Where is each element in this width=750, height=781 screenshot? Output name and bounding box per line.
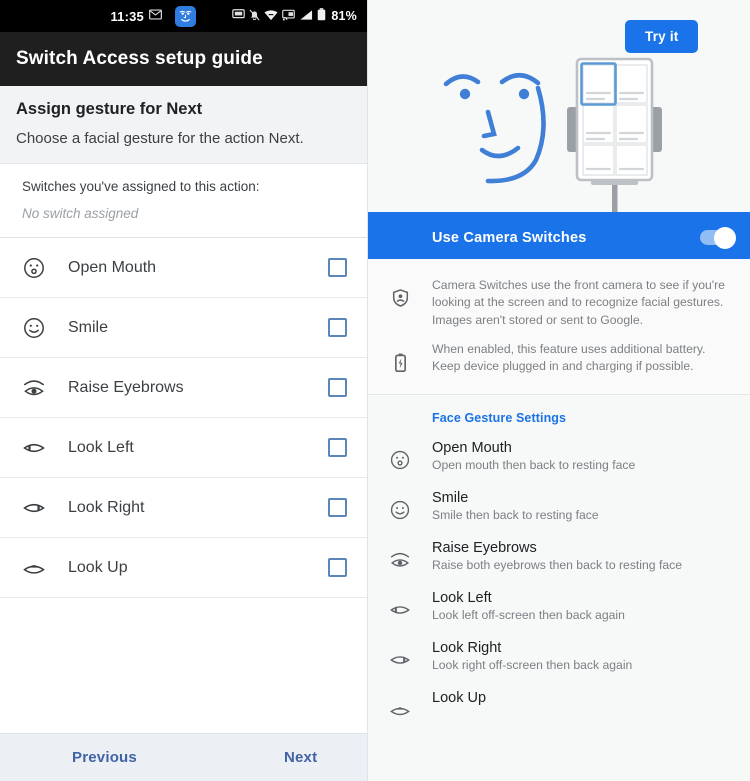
battery-icon	[317, 8, 326, 24]
gesture-row-look-right[interactable]: Look Right	[0, 478, 367, 538]
page-title: Switch Access setup guide	[16, 48, 263, 69]
info-text-battery: When enabled, this feature uses addition…	[432, 341, 706, 374]
gesture-label: Open Mouth	[68, 258, 157, 276]
assign-gesture-block: Assign gesture for Next Choose a facial …	[0, 86, 367, 164]
fgs-texts: Open Mouth Open mouth then back to resti…	[432, 440, 734, 472]
info-row-battery: When enabled, this feature uses addition…	[368, 335, 750, 382]
fgs-row-look-right[interactable]: Look Right Look right off-screen then ba…	[368, 631, 750, 681]
gesture-checkbox[interactable]	[328, 258, 347, 277]
gesture-label: Raise Eyebrows	[68, 378, 184, 396]
gesture-checkbox[interactable]	[328, 438, 347, 457]
status-bar-center	[162, 5, 208, 27]
toggle-knob	[714, 226, 736, 249]
gesture-options-list: Open Mouth Smile Raise Eyebrows Look Lef…	[0, 238, 367, 733]
try-it-button[interactable]: Try it	[625, 20, 699, 53]
screenshot-icon	[232, 9, 246, 23]
next-button[interactable]: Next	[284, 749, 317, 766]
assigned-switches-label: Switches you've assigned to this action:	[22, 179, 260, 194]
fgs-row-look-left[interactable]: Look Left Look left off-screen then back…	[368, 581, 750, 631]
fgs-texts: Look Left Look left off-screen then back…	[432, 590, 734, 622]
battery-percent-label: 81%	[331, 9, 357, 23]
status-bar: 11:35 81%	[0, 0, 367, 32]
fgs-texts: Smile Smile then back to resting face	[432, 490, 734, 522]
info-notes-card: Camera Switches use the front camera to …	[368, 259, 750, 395]
open-mouth-face-icon	[22, 256, 56, 280]
app-face-icon	[174, 5, 196, 27]
fgs-item-name: Look Left	[432, 589, 492, 606]
fgs-item-name: Raise Eyebrows	[432, 539, 537, 556]
fgs-row-raise-eyebrows[interactable]: Raise Eyebrows Raise both eyebrows then …	[368, 531, 750, 581]
fgs-item-desc: Smile then back to resting face	[432, 507, 599, 522]
gesture-label: Look Up	[68, 558, 128, 576]
fgs-item-desc: Look left off-screen then back again	[432, 607, 625, 622]
smile-face-icon	[22, 316, 56, 340]
gesture-label: Look Left	[68, 438, 134, 456]
look-up-eye-icon	[22, 556, 56, 580]
look-left-eye-icon	[22, 436, 56, 460]
screenshot-root: 11:35 81% Switch Access setup guide Assi…	[0, 0, 750, 781]
status-bar-left: 11:35	[10, 9, 162, 24]
use-camera-switches-toggle[interactable]	[700, 226, 736, 249]
fgs-row-look-up[interactable]: Look Up	[368, 681, 750, 730]
fgs-item-desc: Look right off-screen then back again	[432, 657, 633, 672]
fgs-row-open-mouth[interactable]: Open Mouth Open mouth then back to resti…	[368, 431, 750, 481]
envelope-icon	[149, 9, 162, 23]
info-text-privacy: Camera Switches use the front camera to …	[432, 278, 725, 327]
raise-eyebrows-eye-icon	[368, 540, 432, 571]
signal-icon	[299, 9, 313, 24]
status-bar-right: 81%	[208, 8, 357, 24]
info-row-privacy: Camera Switches use the front camera to …	[368, 271, 750, 335]
wifi-icon	[264, 9, 278, 24]
app-bar: Switch Access setup guide	[0, 32, 367, 86]
fgs-texts: Look Up	[432, 690, 734, 708]
raise-eyebrows-eye-icon	[22, 376, 56, 400]
face-gesture-settings-section: Face Gesture Settings Open Mouth Open mo…	[368, 394, 750, 781]
privacy-shield-icon	[368, 277, 432, 329]
assigned-switches-value: No switch assigned	[22, 206, 139, 221]
gesture-checkbox[interactable]	[328, 318, 347, 337]
assign-gesture-subtitle: Choose a facial gesture for the action N…	[16, 130, 304, 147]
look-up-eye-icon	[368, 690, 432, 721]
gesture-checkbox[interactable]	[328, 378, 347, 397]
look-right-eye-icon	[368, 640, 432, 671]
face-gesture-settings-title: Face Gesture Settings	[432, 410, 567, 425]
right-phone-screen: Try it Use Camera Switches Camera Switch…	[368, 0, 750, 781]
previous-button[interactable]: Previous	[72, 749, 137, 766]
gesture-row-raise-eyebrows[interactable]: Raise Eyebrows	[0, 358, 367, 418]
hero-illustration-area: Try it	[368, 0, 750, 216]
gesture-row-look-left[interactable]: Look Left	[0, 418, 367, 478]
look-left-eye-icon	[368, 590, 432, 621]
fgs-item-name: Look Right	[432, 639, 502, 656]
fgs-item-desc: Raise both eyebrows then back to resting…	[432, 557, 682, 572]
left-phone-screen: 11:35 81% Switch Access setup guide Assi…	[0, 0, 368, 781]
look-right-eye-icon	[22, 496, 56, 520]
gesture-label: Smile	[68, 318, 109, 336]
gesture-row-open-mouth[interactable]: Open Mouth	[0, 238, 367, 298]
gesture-checkbox[interactable]	[328, 498, 347, 517]
gesture-row-smile[interactable]: Smile	[0, 298, 367, 358]
open-mouth-face-icon	[368, 440, 432, 471]
fgs-item-desc: Open mouth then back to resting face	[432, 457, 636, 472]
assign-gesture-heading: Assign gesture for Next	[16, 100, 203, 118]
battery-charging-icon	[368, 341, 432, 376]
fgs-texts: Look Right Look right off-screen then ba…	[432, 640, 734, 672]
status-bar-clock: 11:35	[110, 8, 144, 24]
hero-bottom-rule	[368, 212, 750, 216]
fgs-item-name: Smile	[432, 489, 469, 506]
bell-muted-icon	[249, 9, 260, 24]
wizard-navigation-bar: Previous Next	[0, 733, 367, 781]
fgs-item-name: Look Up	[432, 689, 487, 706]
gesture-label: Look Right	[68, 498, 145, 516]
fgs-row-smile[interactable]: Smile Smile then back to resting face	[368, 481, 750, 531]
gesture-checkbox[interactable]	[328, 558, 347, 577]
cast-icon	[282, 9, 296, 24]
fgs-texts: Raise Eyebrows Raise both eyebrows then …	[432, 540, 734, 572]
use-camera-switches-label: Use Camera Switches	[432, 229, 587, 246]
fgs-item-name: Open Mouth	[432, 439, 512, 456]
gesture-row-look-up[interactable]: Look Up	[0, 538, 367, 598]
smile-face-icon	[368, 490, 432, 521]
use-camera-switches-row[interactable]: Use Camera Switches	[368, 216, 750, 259]
assigned-switches-card: Switches you've assigned to this action:…	[0, 164, 367, 238]
